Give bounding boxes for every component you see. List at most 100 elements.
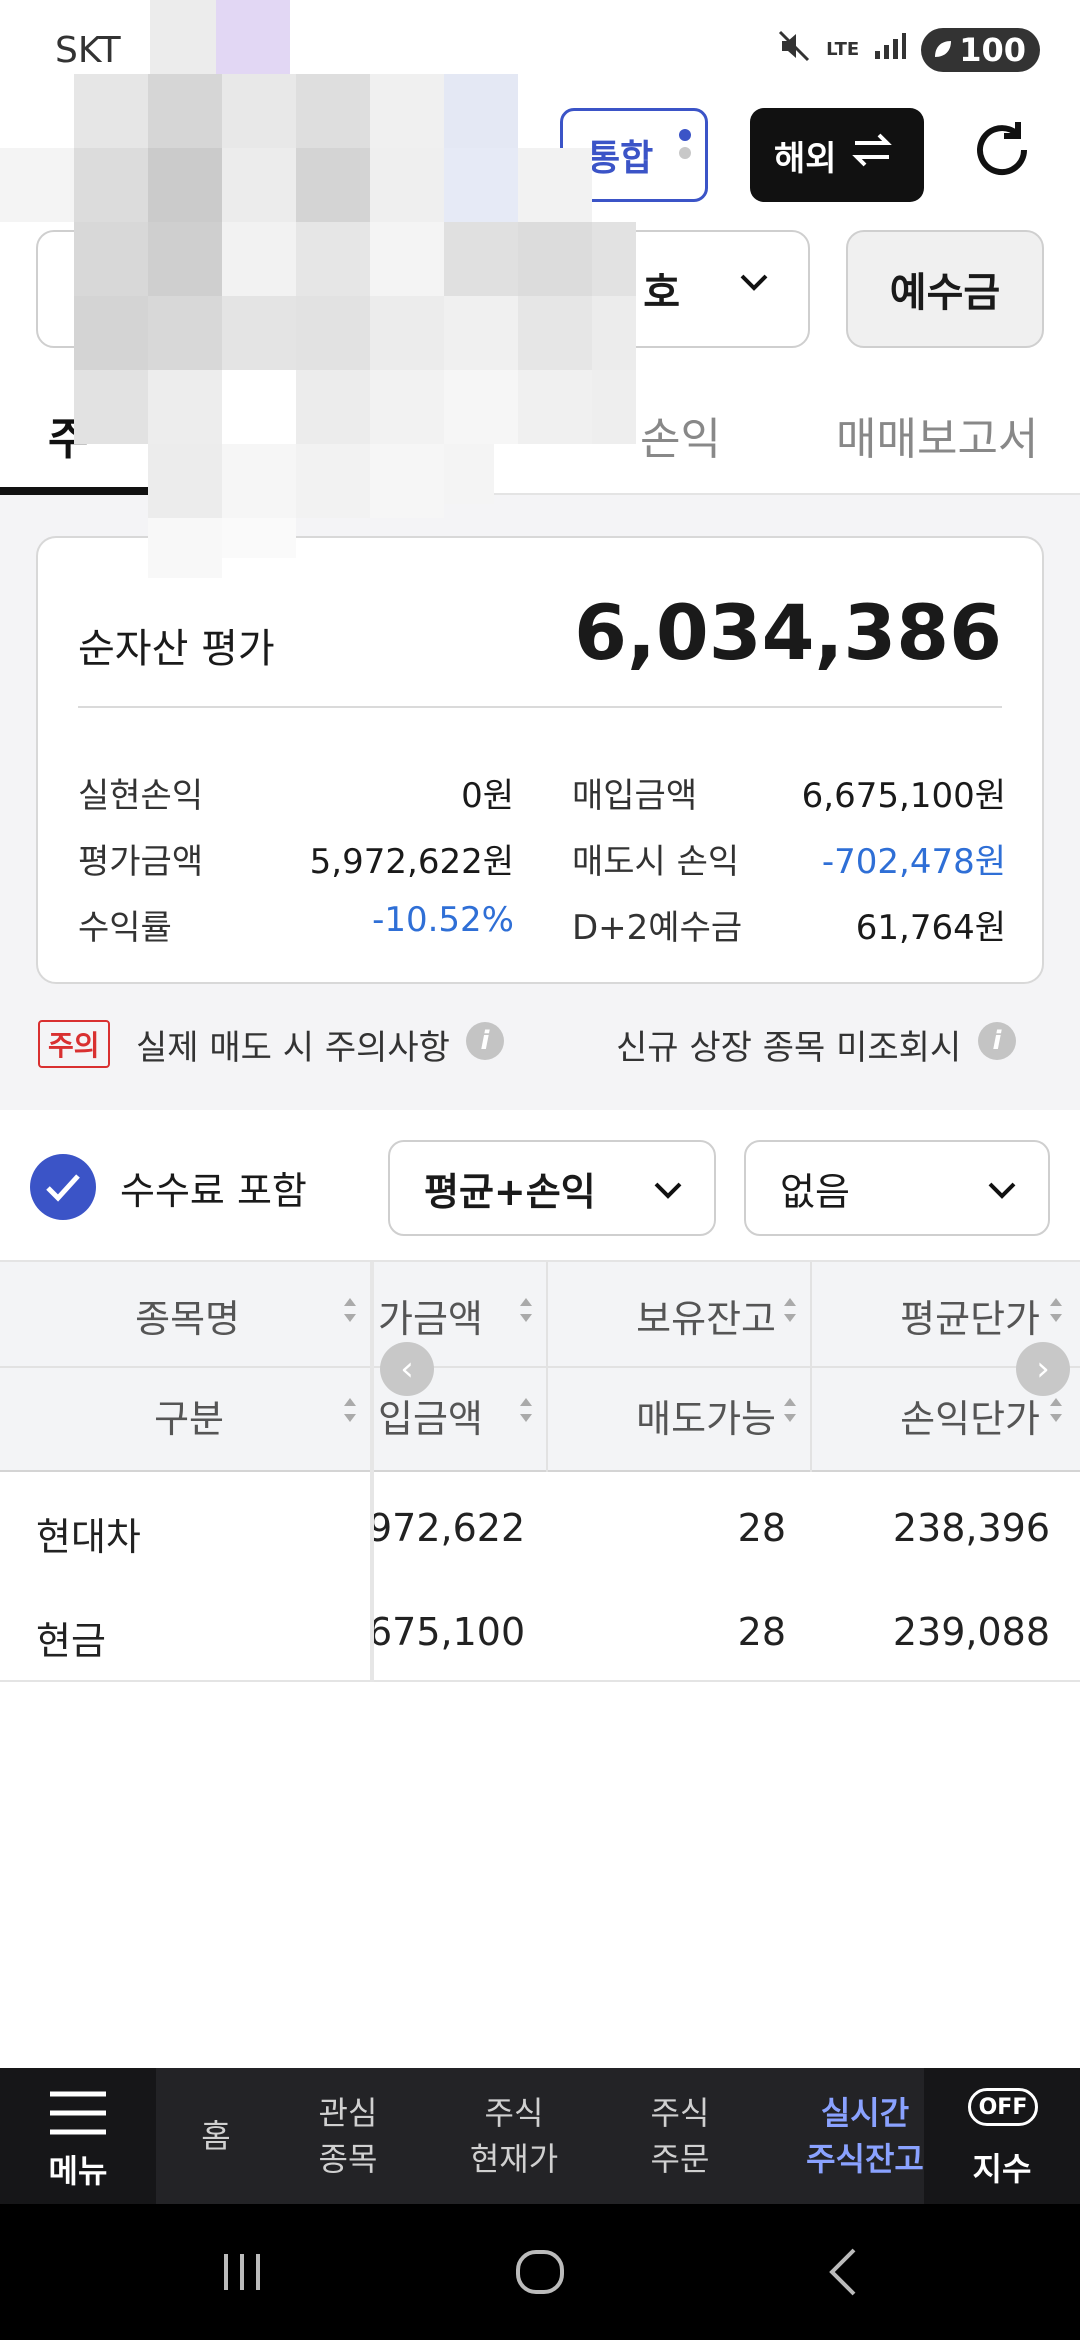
nav-item-current-price[interactable]: 주식 현재가: [444, 2068, 584, 2204]
col-header-valuation[interactable]: 가금액: [378, 1288, 483, 1343]
filter-value: 없음: [780, 1169, 850, 1214]
nav-item-home[interactable]: 홈: [176, 2068, 256, 2204]
d2-deposit-value: 61,764원: [855, 908, 1006, 948]
battery-indicator: 100: [921, 28, 1040, 72]
signal-icon: [873, 31, 907, 69]
col-header-sellable[interactable]: 매도가능: [636, 1388, 776, 1443]
nav-item-label: 홈: [201, 2117, 231, 2155]
nav-item-label: 현재가: [469, 2140, 559, 2178]
battery-level: 100: [959, 31, 1026, 69]
recent-apps-icon[interactable]: [212, 2242, 272, 2302]
scroll-left-icon[interactable]: ‹: [380, 1342, 434, 1396]
bottom-navigation: 메뉴 홈 관심 종목 주식 현재가 주식 주문 실시간 주식잔고 OFF 지수: [0, 2068, 1080, 2204]
nav-item-order[interactable]: 주식 주문: [620, 2068, 740, 2204]
active-tab-indicator: [0, 487, 200, 495]
net-asset-value: 6,034,386: [574, 588, 1002, 677]
nav-menu-label: 메뉴: [48, 2152, 108, 2190]
avg-mode-value: 평균+손익: [424, 1169, 596, 1214]
back-icon[interactable]: [816, 2242, 876, 2302]
col-header-stock-name[interactable]: 종목명: [135, 1288, 240, 1343]
filter-dropdown[interactable]: 없음: [744, 1140, 1050, 1236]
nav-item-label: 주식: [484, 2094, 544, 2132]
header: 통합 해외: [0, 100, 1080, 220]
frozen-column-divider: [370, 1262, 374, 1682]
hamburger-menu-icon: [50, 2091, 106, 2135]
purchase-amount: 675,100: [368, 1610, 526, 1654]
carrier-name: SKT: [55, 30, 121, 71]
d2-deposit-label: D+2예수금: [572, 908, 743, 948]
home-icon[interactable]: [510, 2242, 570, 2302]
sort-icon: [520, 1398, 532, 1422]
nav-item-watchlist[interactable]: 관심 종목: [290, 2068, 406, 2204]
sort-icon: [344, 1398, 356, 1422]
sell-pnl-label: 매도시 손익: [572, 842, 740, 882]
sort-icon: [344, 1298, 356, 1322]
swap-icon: [849, 127, 895, 184]
refresh-icon[interactable]: [966, 114, 1038, 186]
stock-name: 현대차: [36, 1515, 141, 1559]
fee-included-label[interactable]: 수수료 포함: [120, 1160, 307, 1215]
overseas-label: 해외: [774, 138, 837, 179]
nav-item-label: 실시간: [820, 2094, 910, 2132]
battery-leaf-icon: [931, 31, 955, 69]
nav-index-label: 지수: [972, 2150, 1032, 2188]
sort-icon: [1050, 1298, 1062, 1322]
purchase-amount-value: 6,675,100원: [801, 776, 1006, 816]
notice-row: 주의 실제 매도 시 주의사항 i 신규 상장 종목 미조회시 i: [0, 1000, 1080, 1110]
account-select[interactable]: 호: [36, 230, 810, 348]
nav-item-realtime-balance[interactable]: 실시간 주식잔고: [790, 2068, 940, 2204]
nav-item-label: 주문: [650, 2140, 710, 2178]
pnl-price: 239,088: [892, 1610, 1050, 1654]
valuation-amount: 972,622: [368, 1506, 526, 1550]
summary-divider: [78, 706, 1002, 708]
off-badge: OFF: [968, 2088, 1038, 2126]
purchase-amount-label: 매입금액: [572, 776, 698, 816]
row-type: 현금: [36, 1619, 106, 1663]
summary-card: 순자산 평가 6,034,386 실현손익 0원 매입금액 6,675,100원…: [36, 536, 1044, 984]
tab-trade-report[interactable]: 매매보고서: [836, 403, 1038, 467]
holdings-table: 종목명 가금액 보유잔고 평균단가 구분 입금액 매도가능 손익단가 ‹ › 현…: [0, 1262, 1080, 1682]
status-bar: SKT LTE 100: [0, 0, 1080, 100]
overseas-button[interactable]: 해외: [750, 108, 924, 202]
toggle-dots-icon: [679, 129, 691, 159]
col-header-holdings[interactable]: 보유잔고: [636, 1288, 776, 1343]
sort-icon: [784, 1298, 796, 1322]
tab-bar: 주 손익 매매보고서: [0, 375, 1080, 495]
table-header: 종목명 가금액 보유잔고 평균단가 구분 입금액 매도가능 손익단가 ‹ ›: [0, 1262, 1080, 1472]
avg-price: 238,396: [892, 1506, 1050, 1550]
new-listing-link[interactable]: 신규 상장 종목 미조회시: [616, 1020, 961, 1069]
net-asset-label: 순자산 평가: [78, 626, 275, 672]
realized-pnl-label: 실현손익: [78, 776, 204, 816]
realized-pnl-value: 0원: [461, 776, 514, 816]
nav-item-label: 종목: [318, 2140, 378, 2178]
sort-icon: [520, 1298, 532, 1322]
valuation-amount-label: 평가금액: [78, 842, 204, 882]
nav-index-toggle[interactable]: OFF 지수: [924, 2068, 1080, 2204]
status-icons: LTE 100: [776, 28, 1040, 72]
nav-menu-button[interactable]: 메뉴: [0, 2068, 156, 2204]
chevron-down-icon: [988, 1182, 1016, 1199]
return-rate-value: -10.52%: [372, 900, 514, 940]
col-header-type[interactable]: 구분: [154, 1388, 224, 1443]
col-header-purchase[interactable]: 입금액: [378, 1388, 483, 1443]
sellable-qty: 28: [737, 1610, 786, 1654]
combined-toggle-button[interactable]: 통합: [560, 108, 708, 202]
nav-item-label: 주식잔고: [806, 2140, 924, 2178]
caution-badge: 주의: [38, 1020, 110, 1068]
info-icon[interactable]: i: [978, 1022, 1016, 1060]
tab-stock-balance[interactable]: 주: [48, 403, 88, 467]
sort-icon: [1050, 1398, 1062, 1422]
avg-mode-dropdown[interactable]: 평균+손익: [388, 1140, 716, 1236]
info-icon[interactable]: i: [466, 1022, 504, 1060]
account-number: 호: [643, 270, 680, 316]
sort-icon: [784, 1398, 796, 1422]
sell-caution-link[interactable]: 실제 매도 시 주의사항: [136, 1020, 450, 1069]
tab-profit-loss[interactable]: 손익: [640, 403, 721, 467]
holding-qty: 28: [737, 1506, 786, 1550]
col-header-pnl-price[interactable]: 손익단가: [900, 1388, 1040, 1443]
deposit-button[interactable]: 예수금: [846, 230, 1044, 348]
combined-label: 통합: [587, 138, 654, 179]
col-header-avg-price[interactable]: 평균단가: [900, 1288, 1040, 1343]
scroll-right-icon[interactable]: ›: [1016, 1342, 1070, 1396]
fee-included-checkbox[interactable]: [30, 1154, 96, 1220]
